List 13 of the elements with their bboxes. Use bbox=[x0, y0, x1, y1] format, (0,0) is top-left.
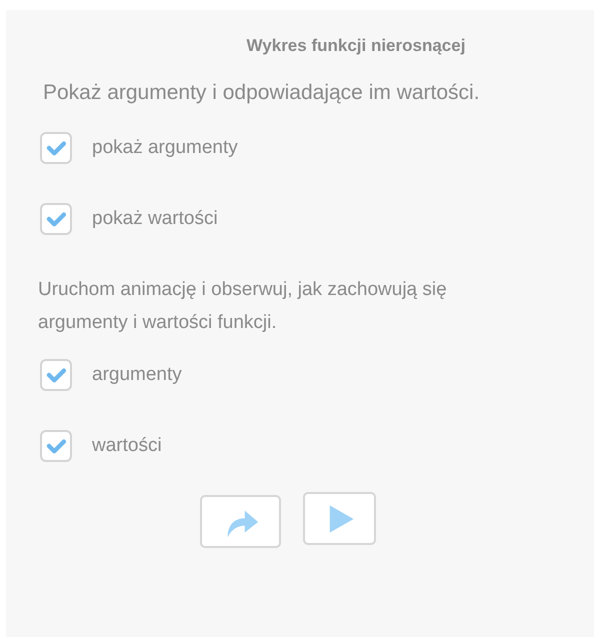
checkbox-label: pokaż wartości bbox=[92, 208, 218, 230]
panel-title: Wykres funkcji nierosnącej bbox=[246, 36, 466, 56]
redo-button[interactable] bbox=[200, 495, 281, 548]
checkbox[interactable] bbox=[40, 430, 72, 462]
checkbox[interactable] bbox=[40, 132, 72, 164]
play-button[interactable] bbox=[303, 492, 376, 545]
checkbox-label: wartości bbox=[92, 435, 162, 457]
checkbox[interactable] bbox=[40, 203, 72, 235]
checkbox[interactable] bbox=[40, 359, 72, 391]
checkbox-label: argumenty bbox=[92, 364, 182, 386]
checkbox-label: pokaż argumenty bbox=[92, 137, 238, 159]
instruction-text: Pokaż argumenty i odpowiadające im wartości. bbox=[43, 81, 481, 105]
instruction-text: Uruchom animację i obserwuj, jak zachowują się argumenty i wartości funkcji. bbox=[38, 278, 448, 335]
